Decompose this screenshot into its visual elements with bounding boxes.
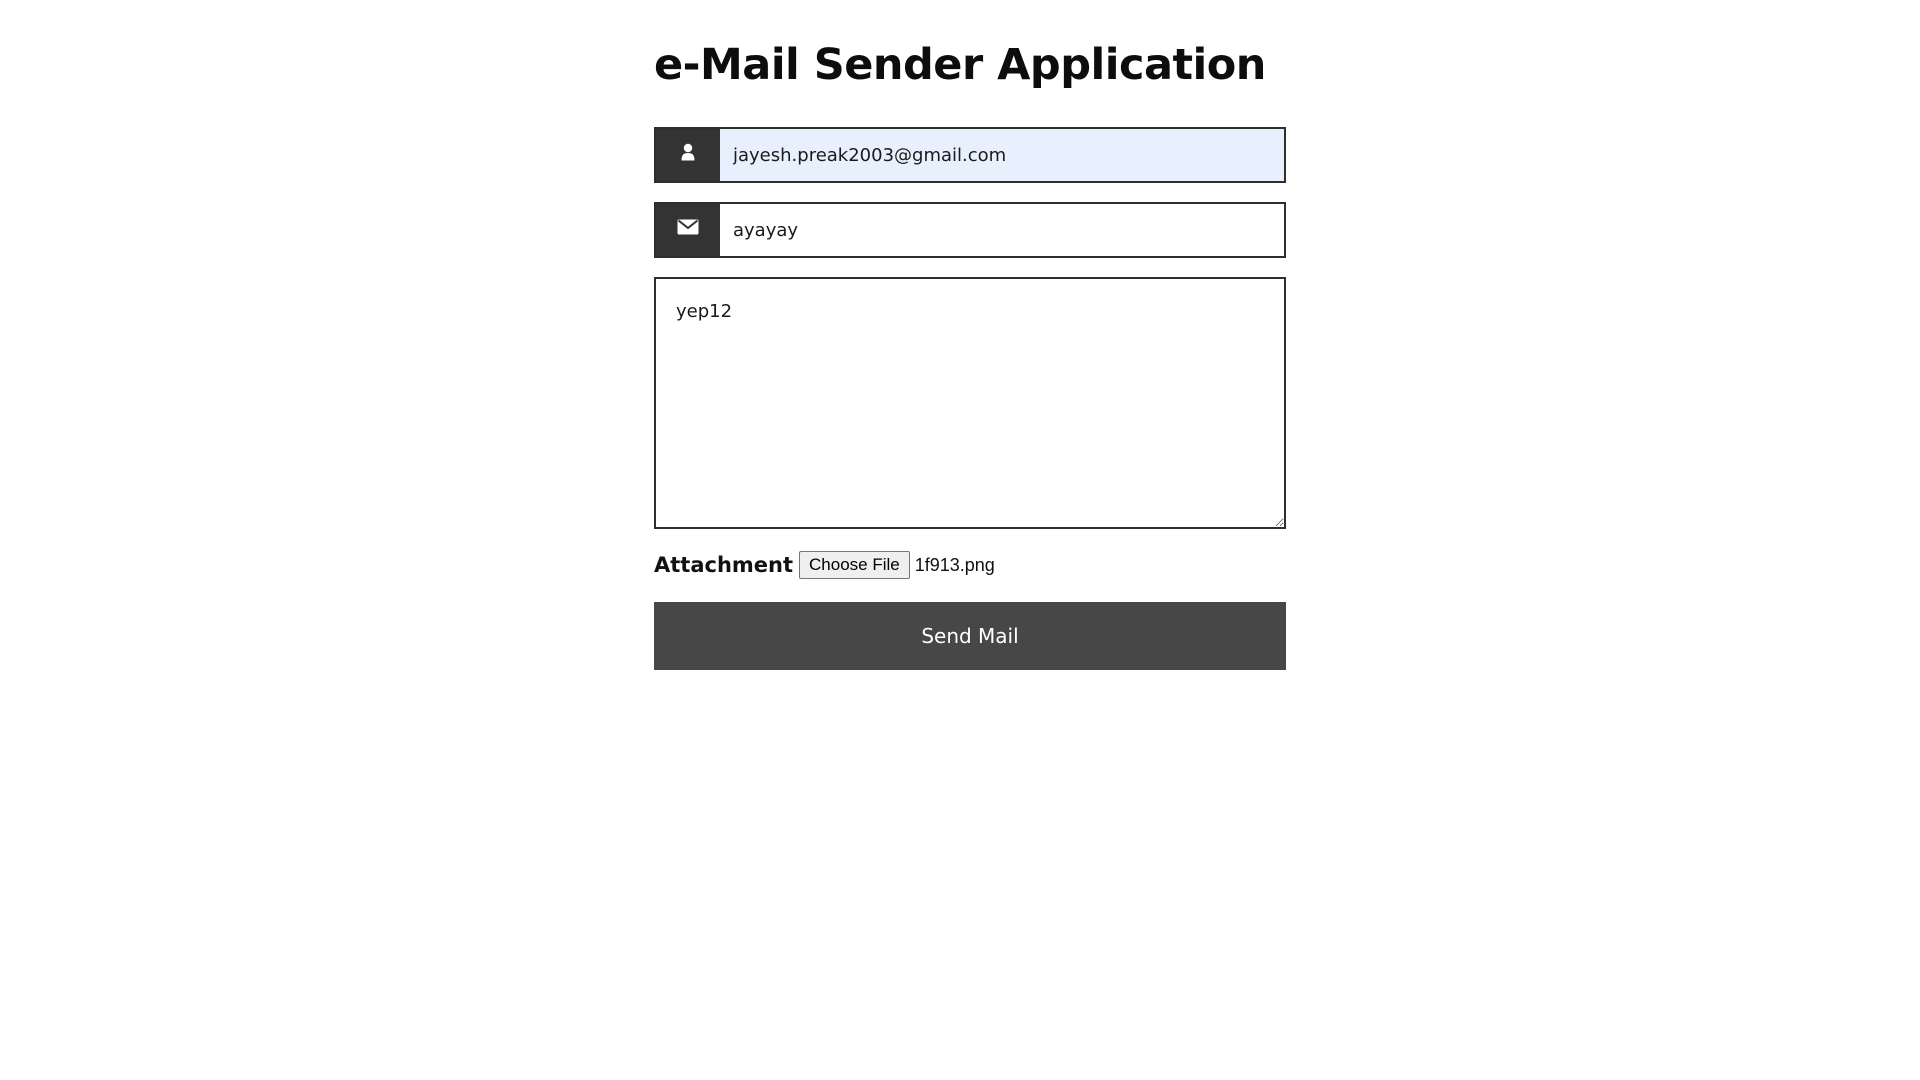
attachment-label: Attachment <box>654 553 794 577</box>
send-mail-button[interactable]: Send Mail <box>654 602 1286 670</box>
envelope-icon <box>656 204 720 256</box>
email-form-container: e-Mail Sender Application yep12 Attachm <box>654 30 1286 670</box>
recipient-email-input[interactable] <box>720 129 1284 181</box>
message-textarea[interactable]: yep12 <box>654 277 1286 529</box>
attachment-row: Attachment Choose File 1f913.png <box>654 549 1286 581</box>
choose-file-button[interactable]: Choose File <box>799 551 910 579</box>
recipient-email-row <box>654 127 1286 183</box>
subject-input[interactable] <box>720 204 1284 256</box>
page: e-Mail Sender Application yep12 Attachm <box>0 0 1920 1080</box>
subject-row <box>654 202 1286 258</box>
page-title: e-Mail Sender Application <box>654 40 1266 90</box>
selected-file-name: 1f913.png <box>914 554 995 575</box>
user-icon <box>656 129 720 181</box>
